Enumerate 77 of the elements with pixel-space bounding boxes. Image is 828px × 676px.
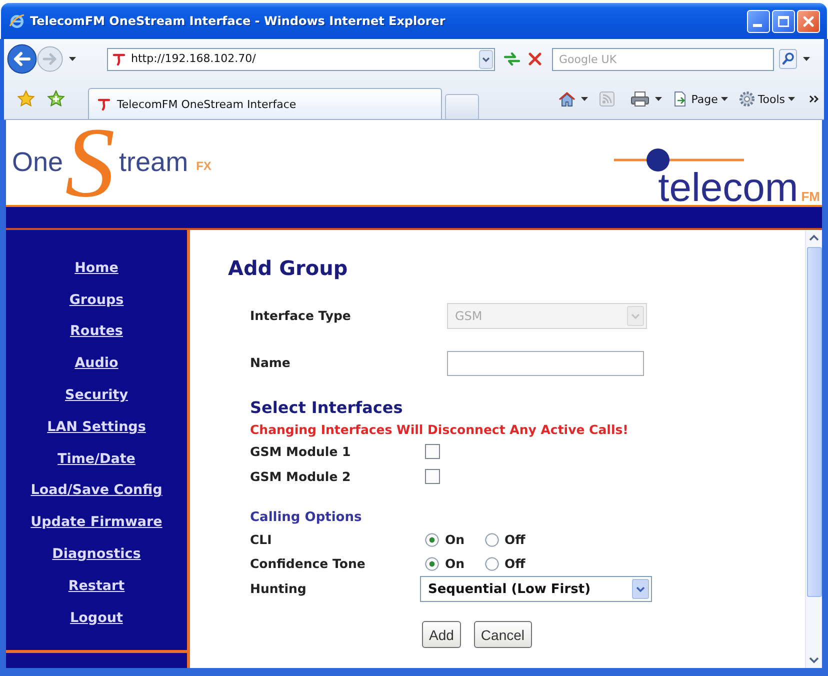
field-label: Hunting (250, 581, 306, 597)
option-label: Off (504, 532, 526, 548)
caret-icon[interactable] (655, 97, 662, 101)
form-button[interactable]: Cancel (474, 621, 532, 648)
minimize-button[interactable] (747, 10, 770, 32)
dropdown[interactable]: Sequential (Low First) (420, 576, 652, 602)
option-label: On (445, 532, 465, 548)
nav-link[interactable]: Security (64, 386, 128, 404)
section-heading: Calling Options (250, 509, 362, 527)
field-label: GSM Module 2 (250, 468, 351, 484)
radio-button[interactable] (425, 557, 439, 571)
address-field[interactable]: http://192.168.102.70/ (107, 48, 495, 70)
disc-line-icon (614, 148, 744, 172)
logo-text: telecom (658, 172, 798, 204)
nav-link[interactable]: Audio (74, 354, 118, 372)
browser-logo-icon (9, 13, 25, 29)
close-button[interactable] (797, 10, 820, 32)
field-label: CLI (250, 532, 272, 548)
input-field[interactable] (447, 350, 644, 376)
nav-link[interactable]: Routes (70, 322, 123, 340)
browser-tab[interactable]: TelecomFM OneStream Interface (88, 88, 442, 119)
nav-link[interactable]: Diagnostics (52, 545, 141, 564)
radio-button[interactable] (425, 533, 439, 547)
page-title: Add Group (228, 256, 348, 280)
printer-icon[interactable] (630, 91, 650, 107)
caret-icon[interactable] (69, 57, 76, 61)
nav-link[interactable]: Logout (70, 608, 123, 627)
nav-link[interactable]: Time/Date (58, 450, 136, 468)
nav-link[interactable]: Load/Save Config (30, 481, 162, 500)
gear-icon (738, 91, 755, 107)
warning-text: Changing Interfaces Will Disconnect Any Active Calls! (250, 422, 628, 438)
logo-text: One (12, 148, 64, 178)
logo-suffix: FM (801, 190, 820, 203)
star-plus-icon[interactable] (47, 90, 65, 108)
scrollbar-thumb[interactable] (806, 247, 822, 597)
option-label: Off (504, 556, 526, 572)
maximize-button[interactable] (772, 10, 795, 32)
caret-icon (788, 97, 795, 101)
option-label: On (445, 556, 465, 572)
nav-link[interactable]: Restart (68, 576, 125, 595)
logo-suffix: FX (196, 158, 212, 172)
site-icon (97, 97, 111, 111)
search-icon[interactable] (779, 49, 797, 69)
search-field[interactable]: Google UK (552, 48, 774, 70)
window-title: TelecomFM OneStream Interface - Windows Internet Explorer (30, 14, 446, 28)
home-icon[interactable] (558, 91, 576, 107)
checkbox[interactable] (425, 469, 440, 484)
minimize-icon (753, 24, 762, 26)
refresh-icon[interactable] (503, 51, 521, 67)
nav-link[interactable]: LAN Settings (47, 418, 146, 436)
site-icon (112, 52, 126, 66)
menu-button[interactable]: Tools (738, 91, 796, 107)
caret-icon (720, 97, 728, 101)
scrollbar[interactable] (805, 230, 822, 668)
maximize-icon (778, 16, 789, 26)
stop-icon[interactable] (528, 52, 542, 66)
page-icon (672, 91, 688, 107)
nav-link[interactable]: Groups (69, 290, 124, 309)
menu-button[interactable]: Page (671, 91, 729, 107)
close-icon (803, 16, 814, 26)
caret-icon[interactable] (581, 97, 588, 101)
nav-link[interactable]: Update Firmware (30, 513, 162, 532)
checkbox[interactable] (425, 444, 440, 459)
caret-icon[interactable] (803, 57, 810, 61)
radio-button[interactable] (484, 557, 499, 571)
nav-link[interactable]: Home (74, 258, 118, 277)
radio-button[interactable] (484, 533, 499, 547)
star-icon[interactable] (17, 90, 35, 108)
logo-text: tream (119, 148, 188, 178)
section-heading: Select Interfaces (250, 398, 403, 418)
form-button[interactable]: Add (422, 621, 461, 648)
logo-letter: S (65, 122, 116, 202)
field-label: GSM Module 1 (250, 444, 351, 460)
chevron-icon[interactable] (809, 94, 819, 104)
field-label: Interface Type (250, 308, 351, 324)
field-label: Confidence Tone (250, 556, 366, 572)
field-label: Name (250, 355, 290, 371)
